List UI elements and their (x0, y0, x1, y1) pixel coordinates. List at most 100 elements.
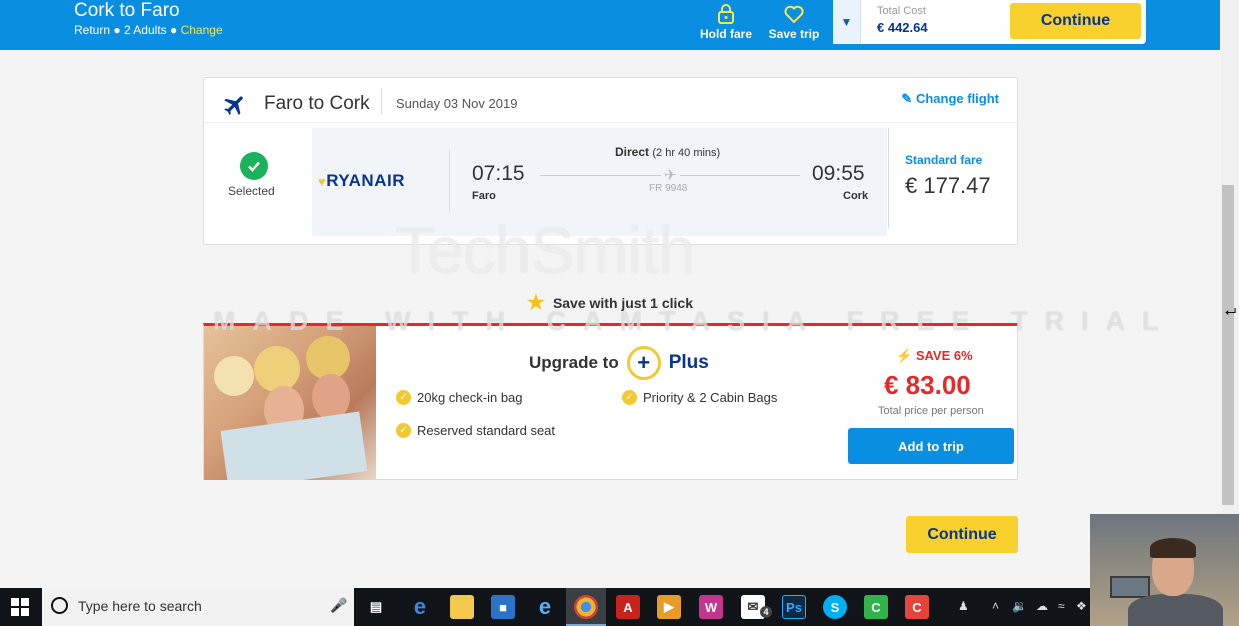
upgrade-title: Upgrade to + Plus (529, 346, 709, 380)
mouse-cursor-icon: ⮠ (1225, 303, 1237, 319)
store-icon[interactable]: ■ (491, 595, 515, 619)
file-explorer-icon[interactable] (450, 595, 474, 619)
passenger-count: 2 Adults (123, 23, 167, 37)
direct-label: Direct (615, 145, 650, 159)
mail-badge: 4 (760, 606, 772, 618)
camtasia-icon[interactable]: C (905, 595, 929, 619)
media-player-icon[interactable]: ▶ (657, 595, 681, 619)
airline-name: RYANAIR (326, 171, 405, 190)
arrival-time: 09:55 (812, 162, 865, 185)
pencil-icon: ✎ (901, 91, 913, 106)
feature-label: 20kg check-in bag (417, 390, 523, 405)
upgrade-price: € 83.00 (884, 370, 971, 400)
arrival-city: Cork (843, 190, 869, 202)
flight-route: Faro to Cork (264, 93, 370, 114)
add-to-trip-button[interactable]: Add to trip (848, 428, 1014, 464)
search-placeholder: Type here to search (78, 598, 202, 614)
search-icon (51, 597, 68, 614)
picture-frame (1110, 576, 1150, 598)
save-with-click-text: Save with just 1 click (552, 294, 693, 311)
save-percent-label: SAVE 6% (915, 348, 973, 363)
flight-details[interactable]: ♥RYANAIR 07:15 Faro Direct (2 hr 40 mins… (312, 128, 887, 236)
continue-button-top[interactable]: Continue (1010, 3, 1141, 39)
price-note: Total price per person (878, 405, 984, 417)
feature-item: ✓ Reserved standard seat (396, 423, 555, 438)
chrome-icon[interactable] (574, 595, 598, 619)
save-trip-label: Save trip (768, 27, 820, 41)
total-cost-label: Total Cost (877, 5, 926, 17)
chevron-up-icon[interactable]: ˄ (992, 599, 999, 613)
harp-icon: ♥ (318, 174, 327, 189)
feature-item: ✓ Priority & 2 Cabin Bags (622, 390, 777, 405)
plane-icon (224, 96, 243, 115)
selected-label: Selected (228, 184, 275, 198)
checkmark-icon (240, 152, 268, 180)
flight-date: Sunday 03 Nov 2019 (396, 96, 518, 111)
departure-city: Faro (472, 190, 496, 202)
upgrade-card: Upgrade to + Plus ✓ 20kg check-in bag ✓ … (203, 323, 1018, 480)
check-icon: ✓ (396, 390, 411, 405)
fare-type: Standard fare (905, 153, 983, 167)
star-icon: ★ (527, 292, 545, 314)
total-cost-value: € 442.64 (877, 20, 928, 35)
save-trip-button[interactable]: Save trip (765, 3, 823, 41)
flight-card: Faro to Cork Sunday 03 Nov 2019 ✎ Change… (203, 77, 1018, 245)
acrobat-icon[interactable]: A (616, 595, 640, 619)
feature-label: Priority & 2 Cabin Bags (643, 390, 778, 405)
photoshop-icon[interactable]: Ps (782, 595, 806, 619)
change-link[interactable]: Change (181, 23, 223, 37)
dropbox-icon[interactable]: ❖ (1076, 599, 1087, 613)
edge-icon[interactable]: e (408, 594, 432, 619)
windows-start-icon[interactable] (10, 597, 30, 617)
lightning-icon: ⚡ (896, 348, 913, 363)
feature-label: Reserved standard seat (417, 423, 556, 438)
flight-type: Direct (2 hr 40 mins) (615, 145, 720, 159)
check-icon: ✓ (622, 390, 637, 405)
chevron-down-icon[interactable]: ▼ (833, 0, 861, 44)
change-flight-label: Change flight (915, 91, 999, 106)
scrollbar-thumb[interactable] (1222, 185, 1234, 505)
save-with-click-banner: ★ Save with just 1 click (527, 290, 693, 315)
microphone-icon[interactable]: 🎤 (330, 597, 347, 614)
cloud-icon[interactable]: ☁ (1036, 599, 1048, 613)
hold-fare-button[interactable]: Hold fare (697, 3, 755, 41)
taskbar-search[interactable]: Type here to search 🎤 (42, 588, 354, 626)
presenter-shirt (1128, 594, 1223, 626)
flight-duration: (2 hr 40 mins) (652, 147, 721, 159)
flight-card-header: Faro to Cork Sunday 03 Nov 2019 ✎ Change… (204, 78, 1017, 123)
departure-time: 07:15 (472, 162, 525, 185)
windows-taskbar: Type here to search 🎤 ▤ e ■ e A ▶ W ✉ 4 … (0, 588, 1239, 626)
wifi-icon[interactable]: ≈ (1058, 599, 1065, 613)
trip-type: Return (74, 23, 111, 37)
promo-image (204, 326, 376, 480)
upgrade-label: Upgrade to (529, 353, 619, 372)
volume-icon[interactable]: 🔉 (1012, 599, 1027, 613)
divider (381, 88, 382, 114)
app-icon[interactable]: W (699, 595, 723, 619)
task-view-icon[interactable]: ▤ (364, 595, 388, 619)
divider (449, 150, 450, 212)
route-title: Cork to Faro (74, 0, 180, 21)
save-percent-badge: ⚡ SAVE 6% (896, 348, 973, 364)
internet-explorer-icon[interactable]: e (533, 594, 557, 619)
flight-number: FR 9948 (649, 183, 688, 194)
feature-item: ✓ 20kg check-in bag (396, 390, 523, 405)
total-cost-panel: ▼ Total Cost € 442.64 Continue (833, 0, 1146, 44)
heart-icon (784, 5, 804, 24)
change-flight-link[interactable]: ✎ Change flight (901, 91, 999, 107)
webcam-overlay (1090, 514, 1239, 626)
presenter-hair (1150, 538, 1196, 558)
camtasia-recorder-icon[interactable]: C (864, 595, 888, 619)
people-icon[interactable]: ♟ (958, 599, 969, 613)
plus-icon: + (626, 346, 661, 380)
hold-fare-label: Hold fare (699, 27, 752, 41)
check-icon: ✓ (396, 423, 411, 438)
continue-button[interactable]: Continue (906, 516, 1018, 553)
airline-logo: ♥RYANAIR (318, 171, 405, 191)
lock-icon (718, 4, 734, 24)
plus-label: Plus (668, 352, 709, 373)
plane-icon: ✈ (661, 166, 680, 184)
route-subtitle: Return ● 2 Adults ● Change (74, 23, 223, 37)
fare-price: € 177.47 (905, 173, 991, 198)
skype-icon[interactable]: S (823, 595, 847, 619)
